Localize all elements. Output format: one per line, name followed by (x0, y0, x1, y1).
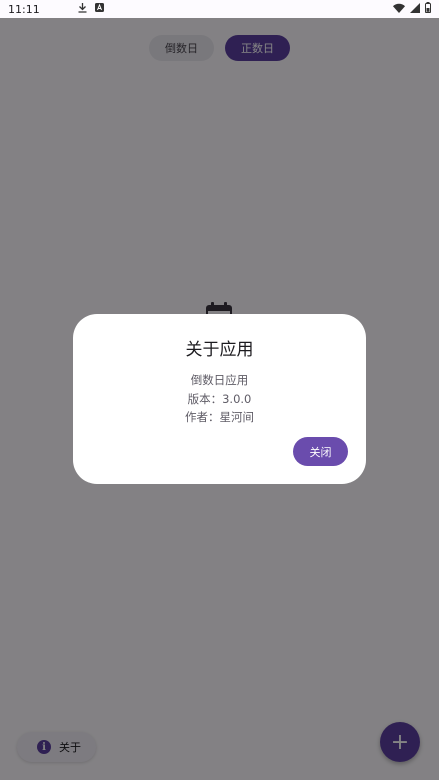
app-name-text: 倒数日应用 (190, 373, 249, 387)
status-time: 11:11 (8, 2, 40, 16)
status-bar: 11:11 (0, 0, 439, 18)
a-icon (94, 3, 104, 15)
close-button[interactable]: 关闭 (293, 437, 348, 466)
download-icon (78, 2, 87, 16)
wifi-icon (393, 3, 405, 16)
about-dialog: 关于应用 倒数日应用 版本：3.0.0 作者：星河间 关闭 (73, 314, 366, 484)
signal-icon (410, 2, 420, 16)
dialog-title: 关于应用 (185, 340, 254, 360)
version-text: 版本：3.0.0 (187, 391, 252, 406)
author-text: 作者：星河间 (185, 410, 254, 424)
battery-icon (425, 2, 431, 16)
dialog-body: 倒数日应用 版本：3.0.0 作者：星河间 (73, 371, 366, 427)
